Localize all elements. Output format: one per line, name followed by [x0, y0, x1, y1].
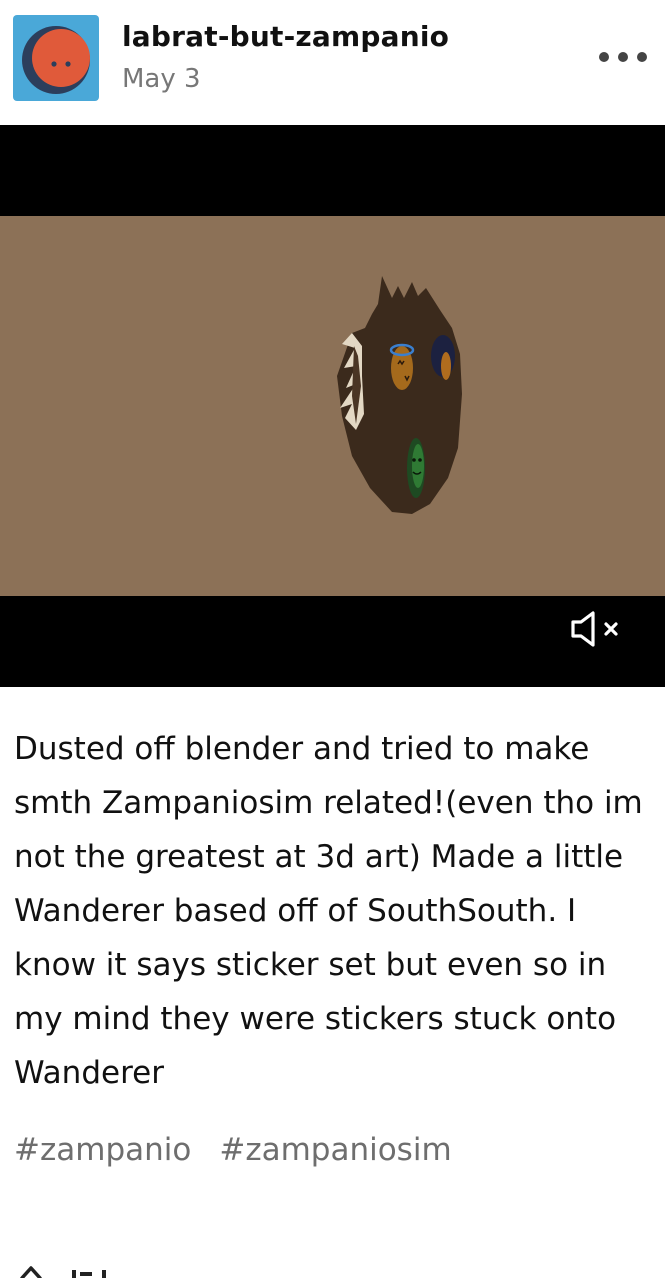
ellipsis-icon — [637, 52, 647, 62]
partial-footer-glyphs — [20, 1266, 106, 1278]
avatar[interactable] — [13, 15, 99, 101]
wanderer-3d-model-image — [337, 276, 462, 514]
tag-list: #zampanio #zampaniosim — [14, 1132, 452, 1168]
ellipsis-icon — [618, 52, 628, 62]
avatar-icon — [22, 26, 90, 94]
video-frame[interactable] — [0, 216, 665, 596]
username[interactable]: labrat-but-zampanio — [122, 20, 449, 53]
more-options-button[interactable] — [599, 42, 647, 72]
tag-link[interactable]: #zampanio — [14, 1132, 191, 1168]
video-player[interactable] — [0, 125, 665, 687]
post-header: labrat-but-zampanio May 3 — [0, 0, 665, 125]
speaker-muted-icon — [571, 611, 618, 647]
post-footer-partial — [14, 1256, 214, 1278]
tag-link[interactable]: #zampaniosim — [219, 1132, 451, 1168]
mute-toggle-button[interactable] — [570, 611, 622, 647]
ellipsis-icon — [599, 52, 609, 62]
post-date[interactable]: May 3 — [122, 64, 201, 94]
post-caption: Dusted off blender and tried to make smt… — [14, 731, 643, 1091]
